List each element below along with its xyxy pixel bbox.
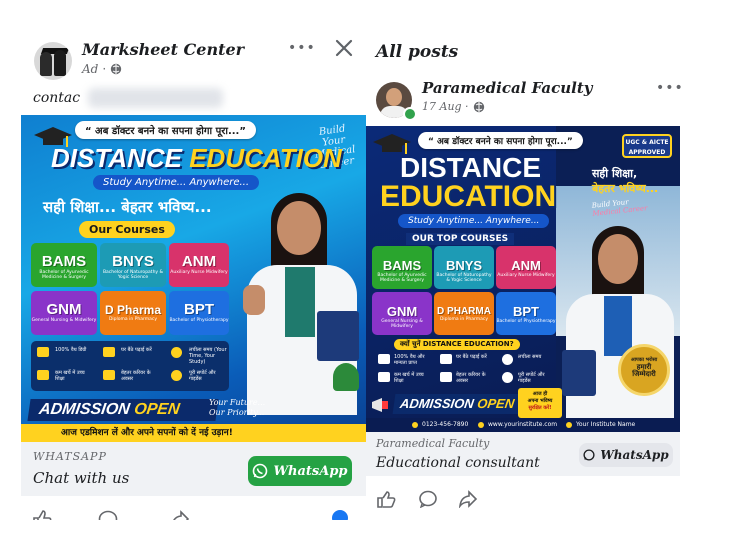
cta-title: Educational consultant [376,455,540,471]
features-panel: 100% वैध और मान्यता प्राप्त घर बैठे पढ़ा… [372,350,556,390]
hindi-line-2: बेहतर भविष्य... [592,182,659,195]
comment-icon[interactable] [418,490,438,508]
ad-label: Ad [82,62,99,76]
briefcase-icon [103,370,115,380]
admission-banner: ADMISSION OPEN [392,394,524,414]
poster-title: DISTANCE EDUCATION [51,143,342,174]
course-tile: ANM Auxiliary Nurse Midwifery [496,246,556,289]
degree-icon [378,354,390,364]
clock-icon [502,354,513,365]
courses-title: OUR TOP COURSES [406,233,515,245]
reaction-bar [376,490,496,510]
clock-icon [171,347,182,358]
like-icon[interactable] [376,490,396,508]
features-panel: 100% वैध डिग्री घर बैठे पढ़ाई करें लचीला… [31,341,229,391]
post-image[interactable]: “ अब डॉक्टर बनने का सपना होगा पूरा...” U… [366,126,680,432]
home-icon [103,347,115,357]
whatsapp-button-label: WhatsApp [600,448,669,462]
globe-icon [110,63,122,75]
page-name[interactable]: Marksheet Center [82,40,244,59]
books-icon [37,370,49,380]
post-meta: 17 Aug · [422,100,485,113]
course-tile: BNYS Bachelor of Naturopathy & Yogic Sci… [100,243,166,287]
online-indicator [403,107,417,121]
web-icon [478,422,484,428]
cta-bar: Paramedical Faculty Educational consulta… [366,432,680,476]
books-icon [378,372,390,382]
admission-word: ADMISSION [37,401,131,418]
share-icon[interactable] [458,490,478,508]
close-icon [335,39,353,57]
whatsapp-button[interactable]: WhatsApp [248,456,352,486]
page-name[interactable]: Paramedical Faculty [422,79,593,97]
course-tile: BAMS Bachelor of Ayurvedic Medicine & Su… [372,246,432,289]
home-icon [440,354,452,364]
why-title: क्यों चुनें DISTANCE EDUCATION? [394,339,520,350]
cta-source: WHATSAPP [33,450,107,463]
cta-source: Paramedical Faculty [376,437,490,450]
share-icon[interactable] [170,510,190,520]
whatsapp-button-label: WhatsApp [273,463,348,479]
course-tile: D Pharma Diploma in Pharmacy [100,291,166,335]
plant-decoration [333,363,359,391]
poster-quote: “ अब डॉक्टर बनने का सपना होगा पूरा...” [418,132,583,149]
secure-future-badge: आज ही अपना भविष्य सुरक्षित करें! [518,388,562,418]
contact-strip: 0123-456-7890 www.yourinstitute.com Your… [366,418,680,432]
course-tile: ANM Auxiliary Nurse Midwifery [169,243,229,287]
future-text: Your Future... Our Priority... [209,398,266,417]
poster-quote: “ अब डॉक्टर बनने का सपना होगा पूरा...” [75,121,256,139]
bottom-strip: आज एडमिशन लें और अपने सपनों को दें नई उड… [21,424,366,442]
degree-icon [37,347,49,357]
courses-title-text: Our Courses [89,223,165,236]
reactions-summary-icon[interactable] [332,510,348,520]
admission-banner: ADMISSION OPEN [27,399,219,421]
poster-hindi-line: सही शिक्षा... बेहतर भविष्य... [43,198,212,216]
course-tile: GNM General Nursing & Midwifery [31,291,97,335]
post-meta: Ad · [82,62,122,76]
blurred-text [88,88,223,108]
course-tile: BAMS Bachelor of Ayurvedic Medicine & Su… [31,243,97,287]
whatsapp-button[interactable]: WhatsApp [579,443,673,467]
course-tile: BPT Bachelor of Physiotherapy [169,291,229,335]
headset-icon [171,370,182,381]
comment-icon[interactable] [98,510,118,520]
poster-title-education: EDUCATION [380,180,557,213]
like-icon[interactable] [32,510,52,520]
post-body-text: contac [33,90,81,106]
more-options-button[interactable]: ••• [288,40,316,56]
courses-title: Our Courses [79,221,175,238]
trust-medal: आपका भरोसा हमारी जिम्मेदारी [618,344,670,396]
cta-title: Chat with us [33,469,130,487]
course-tile: D PHARMA Diploma in Pharmacy [434,292,494,335]
megaphone-icon [370,396,392,414]
location-icon [566,422,572,428]
close-button[interactable] [334,38,354,58]
approved-badge: UGC & AICTE APPROVED [622,134,672,158]
cta-bar: WHATSAPP Chat with us WhatsApp [21,442,366,496]
hindi-line-1: सही शिक्षा, [592,167,638,180]
course-tile: BPT Bachelor of Physiotherapy [496,292,556,335]
title-distance: DISTANCE [51,143,182,173]
title-education: EDUCATION [189,143,342,173]
reaction-bar [30,508,360,520]
course-tile: GNM General Nursing & Midwifery [372,292,432,335]
whatsapp-icon [252,463,268,479]
page-avatar[interactable] [34,42,72,80]
open-word: OPEN [133,401,181,418]
course-tile: BNYS Bachelor of Naturopathy & Yogic Sci… [434,246,494,289]
more-options-button[interactable]: ••• [656,80,684,96]
ad-image[interactable]: “ अब डॉक्टर बनने का सपना होगा पूरा...” B… [21,115,366,442]
whatsapp-icon [583,449,595,461]
phone-icon [412,422,418,428]
section-header: All posts [376,42,459,62]
poster-tagline: Study Anytime... Anywhere... [398,214,550,228]
briefcase-icon [440,372,452,382]
globe-icon [473,101,485,113]
post-date: 17 Aug · [422,100,469,113]
headset-icon [502,372,513,383]
